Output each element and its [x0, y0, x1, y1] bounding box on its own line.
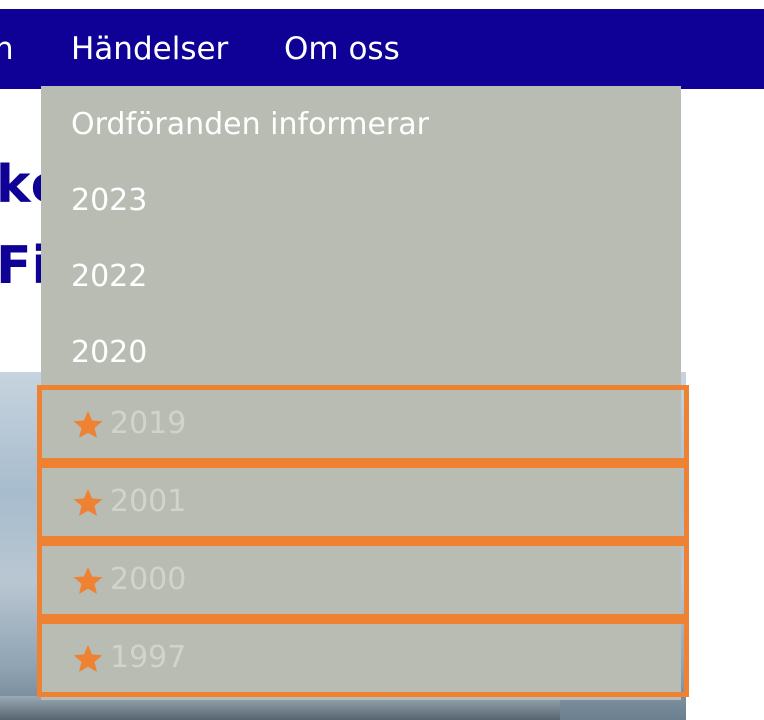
menu-item-label: 2023: [71, 183, 148, 218]
menu-item-2019-highlighted[interactable]: 2019: [37, 385, 689, 463]
menu-item-label: 2001: [110, 484, 187, 519]
menu-item-2023[interactable]: 2023: [41, 163, 681, 239]
nav-item-handelser[interactable]: Händelser: [71, 9, 228, 89]
menu-item-label: 2019: [110, 406, 187, 441]
handelser-dropdown-menu: Ordföranden informerar 2023 2022 2020 20…: [37, 86, 689, 700]
nav-item-om-oss[interactable]: Om oss: [284, 9, 400, 89]
star-icon: [73, 567, 103, 594]
menu-item-label: 2022: [71, 259, 148, 294]
menu-item-label: 2020: [71, 335, 148, 370]
menu-item-2000-highlighted[interactable]: 2000: [37, 541, 689, 619]
star-icon: [73, 411, 103, 438]
menu-item-label: Ordföranden informerar: [71, 107, 429, 142]
menu-item-label: 1997: [110, 640, 187, 675]
star-icon: [73, 645, 103, 672]
nav-item-partial[interactable]: n: [0, 9, 14, 89]
page: kc Fi n Händelser Om oss Ordföranden inf…: [0, 0, 764, 720]
menu-item-2001-highlighted[interactable]: 2001: [37, 463, 689, 541]
top-strip: [0, 0, 764, 9]
menu-item-1997-highlighted[interactable]: 1997: [37, 619, 689, 697]
hero-image-margin: [686, 372, 764, 720]
menu-item-ordforanden-informerar[interactable]: Ordföranden informerar: [41, 87, 681, 163]
menu-item-label: 2000: [110, 562, 187, 597]
menu-item-2022[interactable]: 2022: [41, 239, 681, 315]
star-icon: [73, 489, 103, 516]
menu-item-2020[interactable]: 2020: [41, 315, 681, 391]
main-navbar: n Händelser Om oss: [0, 9, 764, 89]
